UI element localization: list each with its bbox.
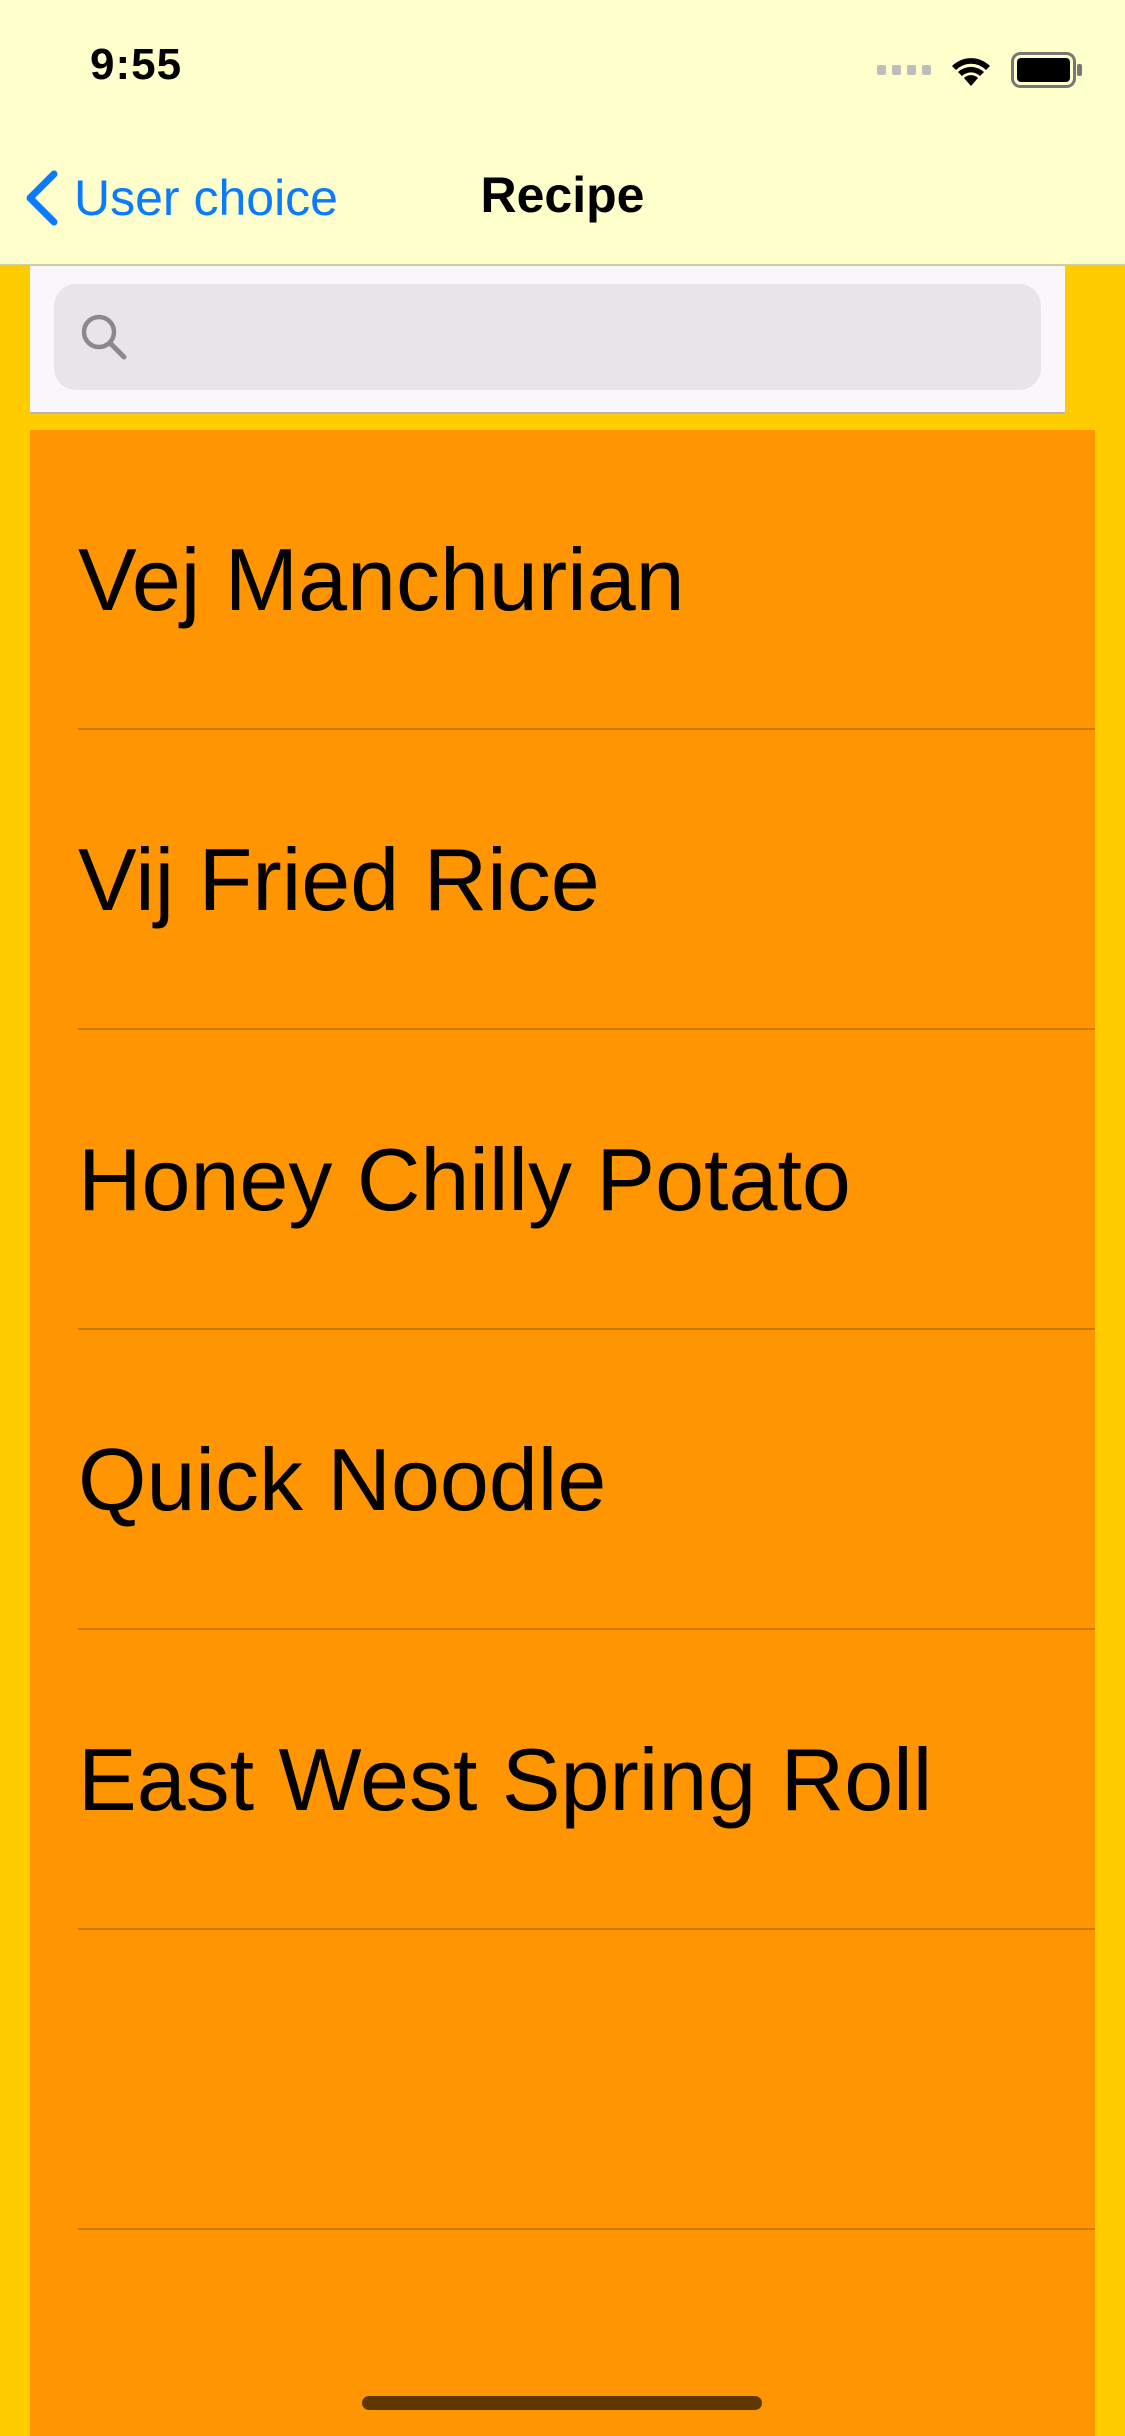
list-item-label: Honey Chilly Potato <box>78 1130 851 1229</box>
list-item[interactable]: Honey Chilly Potato <box>30 1030 1095 1330</box>
wifi-icon <box>952 58 990 86</box>
page-title: Recipe <box>480 167 645 223</box>
recipe-list: Vej Manchurian Vij Fried Rice Honey Chil… <box>30 430 1095 2436</box>
search-bar <box>30 266 1065 414</box>
list-item[interactable]: Vej Manchurian <box>30 430 1095 730</box>
list-item-label: Vej Manchurian <box>78 530 685 629</box>
list-item[interactable]: Vij Fried Rice <box>30 730 1095 1030</box>
status-icons <box>877 50 1083 90</box>
list-item[interactable]: Quick Noodle <box>30 1330 1095 1630</box>
list-item-empty[interactable] <box>30 1930 1095 2230</box>
list-item-label: Vij Fried Rice <box>78 830 600 929</box>
list-item-label: Quick Noodle <box>78 1430 607 1529</box>
battery-icon <box>1011 52 1082 88</box>
navigation-header: 9:55 User choice Recipe <box>0 0 1125 265</box>
list-item-label: East West Spring Roll <box>78 1730 933 1829</box>
home-indicator[interactable] <box>362 2396 762 2410</box>
list-item[interactable]: East West Spring Roll <box>30 1630 1095 1930</box>
search-icon <box>81 314 127 360</box>
search-input[interactable] <box>144 296 1017 378</box>
search-field[interactable] <box>54 284 1041 390</box>
cellular-signal-icon <box>877 65 931 75</box>
row-separator <box>78 2228 1095 2230</box>
status-time: 9:55 <box>90 40 183 89</box>
